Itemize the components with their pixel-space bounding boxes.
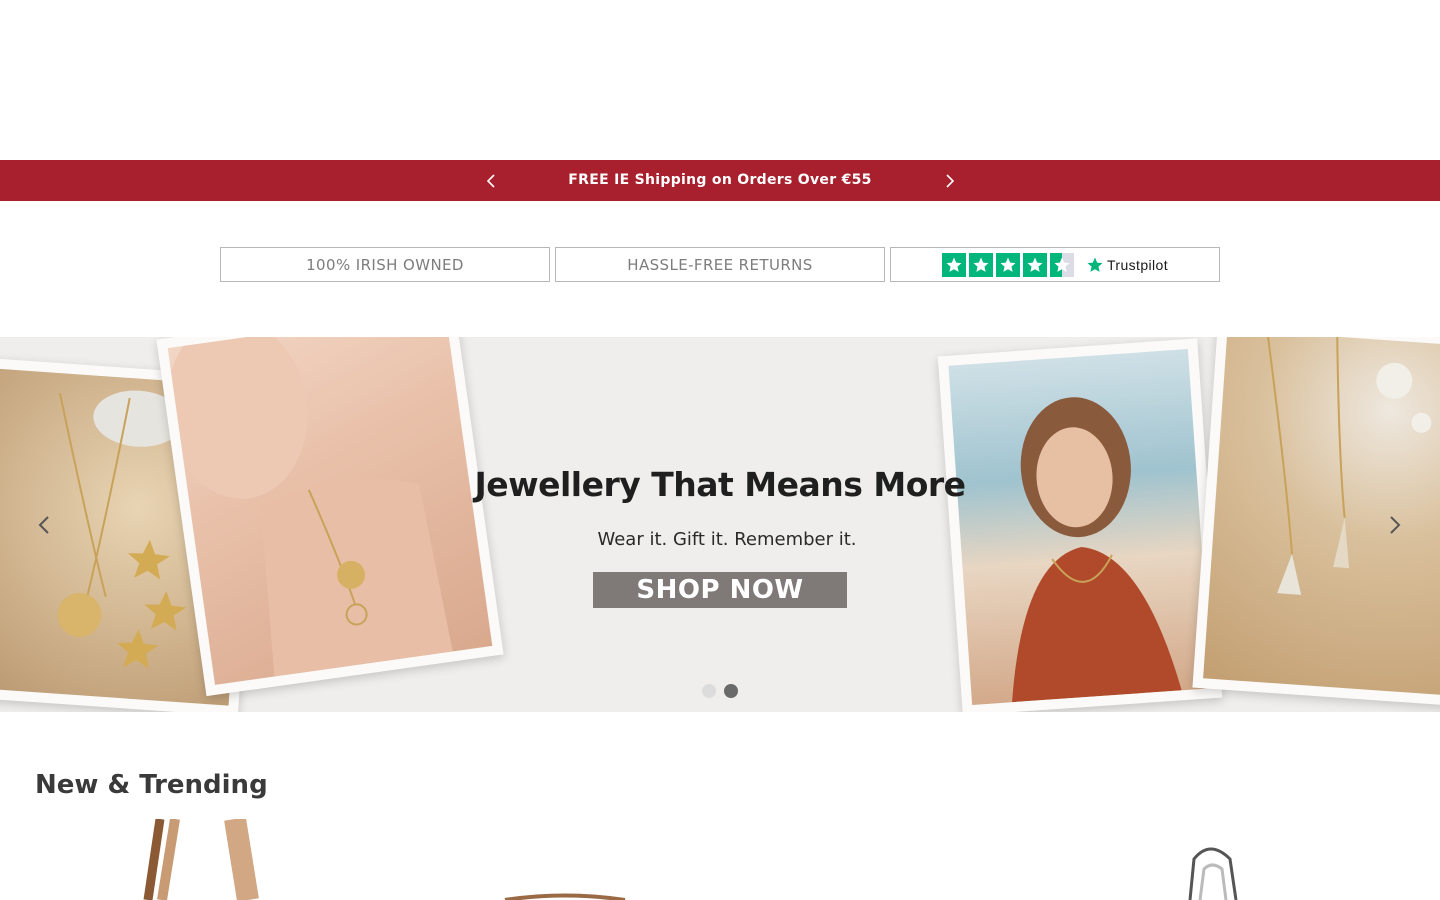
hero-photo-model-hand	[156, 337, 504, 697]
announcement-message[interactable]: FREE IE Shipping on Orders Over €55	[0, 160, 1440, 201]
trustpilot-label: Trustpilot	[1106, 256, 1169, 273]
star-icon	[968, 252, 993, 277]
shop-now-button[interactable]: SHOP NOW	[593, 572, 847, 608]
carousel-dot-1[interactable]	[702, 684, 716, 698]
hero-carousel[interactable]: Jewellery That Means More Wear it. Gift …	[0, 337, 1440, 712]
product-image-brown-bag[interactable]	[500, 819, 630, 900]
trustpilot-logo: Trustpilot	[1086, 256, 1168, 274]
carousel-next-icon[interactable]	[1381, 512, 1407, 538]
section-title-new-trending: New & Trending	[35, 770, 268, 800]
carousel-prev-icon[interactable]	[32, 512, 58, 538]
usp-returns: HASSLE-FREE RETURNS	[555, 247, 885, 282]
hero-subtitle: Wear it. Gift it. Remember it.	[597, 529, 857, 550]
hero-photo-model-beach	[937, 338, 1223, 712]
star-icon	[1022, 252, 1047, 277]
product-grid	[0, 817, 1440, 900]
carousel-dots	[702, 684, 738, 698]
carousel-dot-2[interactable]	[724, 684, 738, 698]
chevron-right-icon[interactable]	[940, 172, 958, 190]
product-image-tan-bag[interactable]	[140, 817, 280, 900]
star-icon	[941, 252, 966, 277]
star-icon	[995, 252, 1020, 277]
hero-title: Jewellery That Means More	[474, 465, 966, 504]
announcement-bar: FREE IE Shipping on Orders Over €55	[0, 160, 1440, 201]
trustpilot-star-icon	[1087, 257, 1103, 272]
trustpilot-stars	[941, 252, 1074, 277]
header-area	[0, 0, 1440, 160]
usp-bar: 100% IRISH OWNED HASSLE-FREE RETURNS Tru…	[220, 247, 1220, 282]
product-image-grey-bag[interactable]	[1180, 819, 1250, 900]
usp-irish-owned: 100% IRISH OWNED	[220, 247, 550, 282]
trustpilot-widget[interactable]: Trustpilot	[890, 247, 1220, 282]
half-star-icon	[1049, 252, 1074, 277]
